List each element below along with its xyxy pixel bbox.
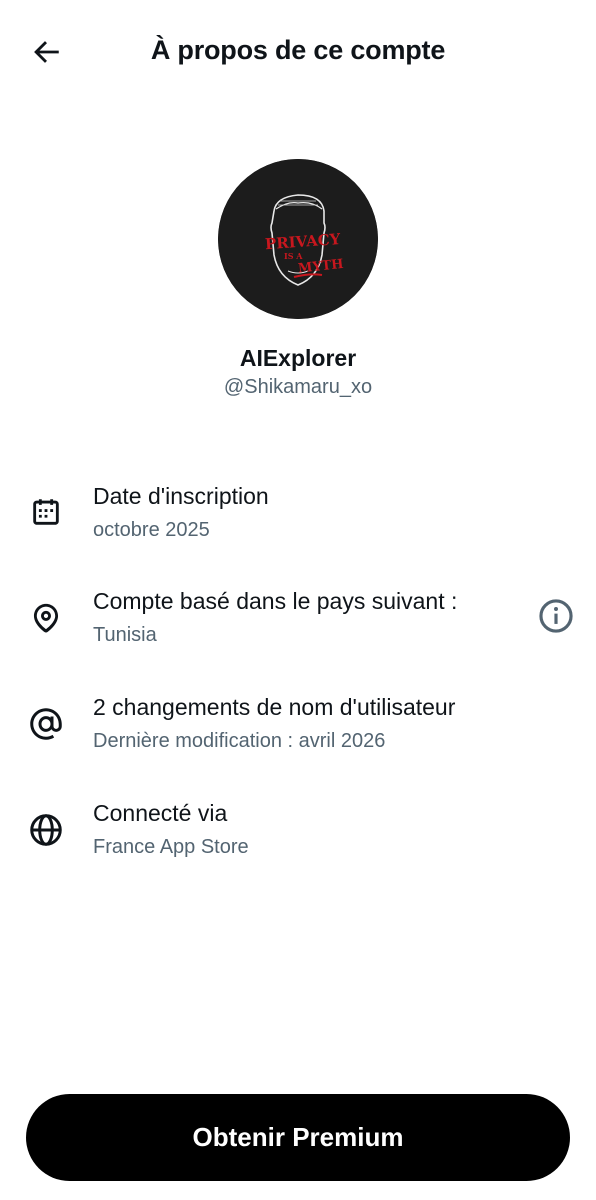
avatar-image: PRIVACY IS A MYTH [218,159,378,319]
row-title: Compte basé dans le pays suivant : [93,588,458,614]
display-name: AIExplorer [239,345,357,371]
globe-icon [26,810,66,850]
info-row-username-changes: 2 changements de nom d'utilisateur Derni… [0,689,596,779]
info-row-join-date: Date d'inscription octobre 2025 [0,476,596,566]
at-sign-icon [26,704,66,744]
info-row-connected-via: Connecté via France App Store [0,796,596,886]
row-title: Date d'inscription [93,483,269,509]
row-subtitle: Dernière modification : avril 2026 [93,730,386,752]
info-icon [537,597,575,640]
info-button[interactable] [536,598,576,638]
header: À propos de ce compte [0,0,596,105]
row-title: Connecté via [93,800,228,826]
page-title: À propos de ce compte [150,35,446,65]
row-title: 2 changements de nom d'utilisateur [93,694,456,720]
avatar[interactable]: PRIVACY IS A MYTH [218,159,378,319]
calendar-icon [26,492,66,532]
get-premium-button[interactable]: Obtenir Premium [26,1094,570,1181]
avatar-text-line2: IS A [284,251,303,261]
row-subtitle: octobre 2025 [93,519,210,541]
location-pin-icon [26,598,66,638]
username-handle: @Shikamaru_xo [223,376,373,398]
row-subtitle: France App Store [93,836,249,858]
info-row-country: Compte basé dans le pays suivant : Tunis… [0,583,596,673]
row-subtitle: Tunisia [93,624,157,646]
